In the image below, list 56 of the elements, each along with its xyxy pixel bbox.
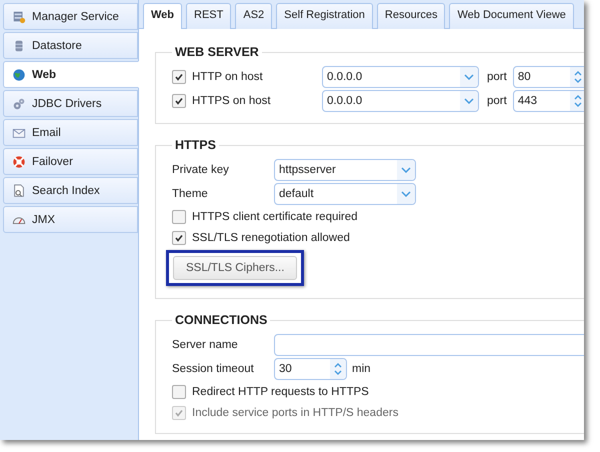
dropdown[interactable]: default bbox=[274, 183, 416, 205]
checkbox-label: HTTPS on host bbox=[192, 95, 272, 107]
section-title: HTTPS bbox=[174, 138, 217, 152]
spinner-arrows-icon[interactable] bbox=[572, 93, 583, 109]
checkbox[interactable] bbox=[172, 384, 186, 398]
checkbox-label: SSL/TLS renegotiation allowed bbox=[192, 232, 350, 244]
document-search-icon bbox=[12, 184, 26, 198]
sidebar-item[interactable]: JDBC Drivers bbox=[3, 90, 138, 117]
checkbox-label: Include service ports in HTTP/S headers bbox=[192, 406, 398, 418]
text-field[interactable] bbox=[274, 334, 584, 356]
number-field[interactable]: 80 bbox=[512, 66, 584, 88]
number-field[interactable]: 30 bbox=[274, 358, 347, 380]
sidebar-item[interactable]: Web bbox=[3, 61, 139, 88]
field-label: Server name bbox=[172, 339, 239, 351]
tab[interactable]: Resources bbox=[376, 3, 446, 29]
sidebar-item[interactable]: JMX bbox=[3, 206, 138, 233]
sidebar-item[interactable]: Datastore bbox=[3, 32, 138, 59]
number-field[interactable]: 443 bbox=[512, 90, 584, 112]
dropdown[interactable]: httpsserver bbox=[274, 159, 416, 181]
checkmark-icon bbox=[174, 232, 184, 242]
sidebar-item[interactable]: Email bbox=[3, 119, 138, 146]
tab[interactable]: Self Registration bbox=[276, 3, 373, 29]
tab[interactable]: REST bbox=[186, 3, 232, 29]
sidebar-item[interactable]: Failover bbox=[3, 148, 138, 175]
gears-icon bbox=[12, 96, 26, 110]
tab[interactable]: Web Document Viewe bbox=[449, 3, 574, 29]
checkmark-icon bbox=[174, 408, 184, 418]
dropdown[interactable]: 0.0.0.0 bbox=[322, 66, 479, 88]
checkbox-label: HTTP on host bbox=[192, 71, 264, 83]
checkmark-icon bbox=[174, 72, 184, 82]
field-label: Session timeout bbox=[172, 363, 255, 375]
spinner-arrows-icon[interactable] bbox=[572, 69, 583, 85]
checkbox[interactable] bbox=[172, 230, 186, 244]
server-icon bbox=[12, 10, 26, 24]
section-title: WEB SERVER bbox=[174, 45, 260, 59]
lifebuoy-icon bbox=[12, 154, 26, 168]
field-label: Private key bbox=[172, 164, 230, 176]
field-label: port bbox=[487, 95, 507, 107]
sidebar-item[interactable]: Manager Service bbox=[3, 3, 138, 30]
checkbox[interactable] bbox=[172, 210, 186, 224]
tab[interactable]: Web bbox=[143, 3, 182, 30]
checkbox-label: Redirect HTTP requests to HTTPS bbox=[192, 386, 369, 398]
tab[interactable]: AS2 bbox=[235, 3, 272, 29]
sidebar-item[interactable]: Search Index bbox=[3, 177, 138, 204]
checkbox[interactable] bbox=[172, 94, 186, 108]
dropdown[interactable]: 0.0.0.0 bbox=[322, 90, 479, 112]
spinner-arrows-icon[interactable] bbox=[333, 361, 343, 377]
ciphers-button[interactable]: SSL/TLS Ciphers... bbox=[173, 256, 298, 280]
field-label: min bbox=[352, 363, 371, 375]
checkbox-label: HTTPS client certificate required bbox=[192, 210, 358, 222]
field-label: Theme bbox=[172, 188, 209, 200]
field-label: port bbox=[487, 71, 507, 83]
section-title: CONNECTIONS bbox=[174, 313, 268, 327]
checkmark-icon bbox=[174, 96, 184, 106]
checkbox[interactable] bbox=[172, 70, 186, 84]
globe-icon bbox=[12, 68, 26, 82]
